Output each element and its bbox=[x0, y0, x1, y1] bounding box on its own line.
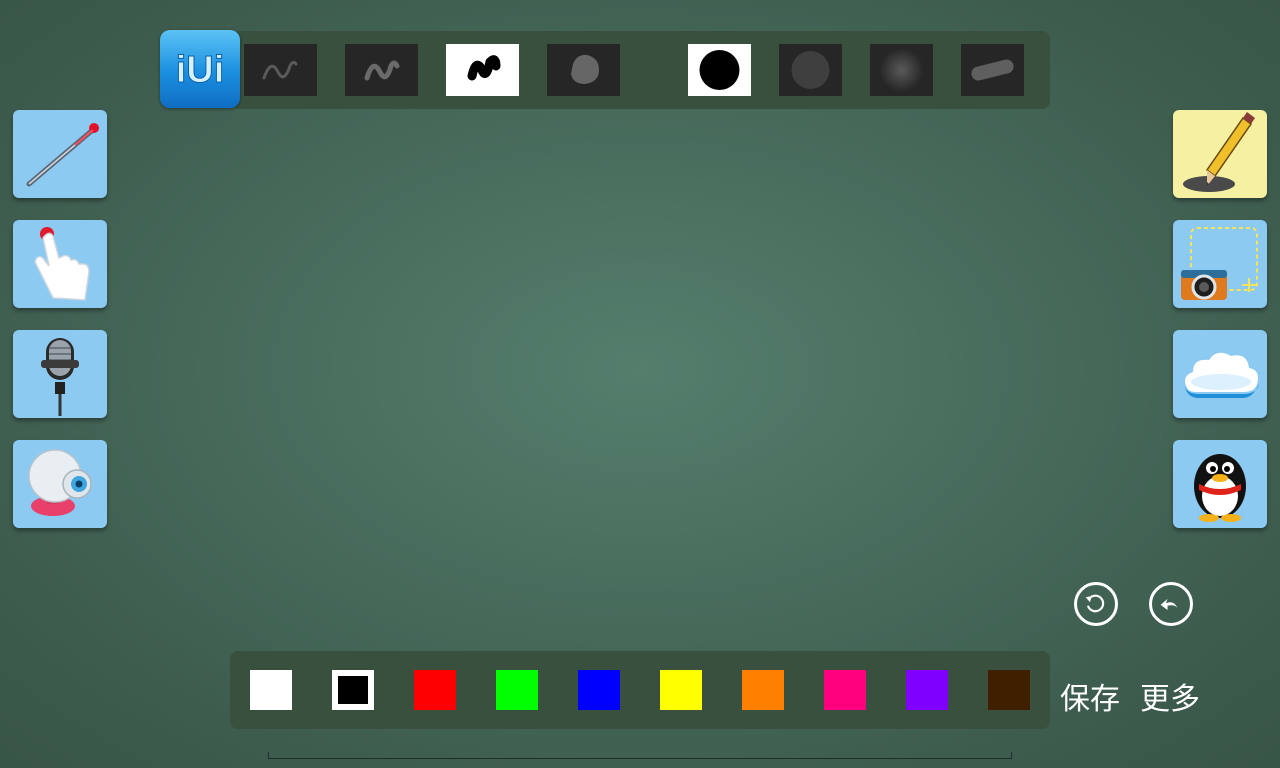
color-swatch-white[interactable] bbox=[250, 670, 292, 710]
color-swatch-pink[interactable] bbox=[824, 670, 866, 710]
svg-text:iUi: iUi bbox=[176, 49, 225, 91]
thick-wave-brush-icon bbox=[364, 60, 400, 81]
logo-mark: iUi bbox=[175, 49, 225, 92]
laser-pointer-icon bbox=[26, 123, 99, 187]
pencil-icon bbox=[1183, 112, 1255, 192]
qq-penguin-icon bbox=[1194, 454, 1246, 522]
color-swatch-brown[interactable] bbox=[988, 670, 1030, 710]
undo-arrow-icon bbox=[1160, 598, 1178, 611]
rotate-icon bbox=[1085, 594, 1105, 613]
cloud-tool[interactable] bbox=[1173, 330, 1267, 418]
airbrush-icon bbox=[879, 48, 924, 92]
touch-gesture-tool[interactable] bbox=[13, 220, 107, 308]
color-swatch-black[interactable] bbox=[332, 670, 374, 710]
brush-marker[interactable] bbox=[961, 44, 1024, 96]
color-swatch-red[interactable] bbox=[414, 670, 456, 710]
brush-thin-wave[interactable] bbox=[244, 44, 317, 96]
ink-blob-brush-icon bbox=[467, 55, 501, 81]
color-swatch-orange[interactable] bbox=[742, 670, 784, 710]
page-indicator-line bbox=[268, 752, 1012, 759]
save-button[interactable]: 保存 bbox=[1060, 680, 1120, 720]
large-dot-brush-icon bbox=[699, 50, 740, 90]
thin-wave-brush-icon bbox=[262, 60, 298, 80]
app-logo[interactable]: iUi bbox=[160, 30, 240, 108]
color-swatch-yellow[interactable] bbox=[660, 670, 702, 710]
laser-pointer-tool[interactable] bbox=[13, 110, 107, 198]
soft-round-brush-icon bbox=[571, 54, 599, 84]
qq-share-tool[interactable] bbox=[1173, 440, 1267, 528]
more-button[interactable]: 更多 bbox=[1140, 680, 1200, 720]
webcam-icon bbox=[28, 449, 92, 516]
marker-brush-icon bbox=[971, 59, 1014, 81]
brush-soft-round[interactable] bbox=[547, 44, 620, 96]
color-swatch-blue[interactable] bbox=[578, 670, 620, 710]
brush-large-dot[interactable] bbox=[688, 44, 751, 96]
microphone-tool[interactable] bbox=[13, 330, 107, 418]
undo-button[interactable] bbox=[1149, 582, 1193, 626]
brush-airbrush[interactable] bbox=[870, 44, 933, 96]
brush-thick-wave[interactable] bbox=[345, 44, 418, 96]
color-swatch-purple[interactable] bbox=[906, 670, 948, 710]
pencil-tool[interactable] bbox=[1173, 110, 1267, 198]
screen-capture-tool[interactable] bbox=[1173, 220, 1267, 308]
brush-ink-blob[interactable] bbox=[446, 44, 519, 96]
hand-touch-icon bbox=[34, 227, 90, 301]
redo-button[interactable] bbox=[1074, 582, 1118, 626]
medium-dot-brush-icon bbox=[791, 51, 830, 89]
camera-capture-icon bbox=[1181, 227, 1258, 300]
cloud-icon bbox=[1185, 352, 1259, 398]
color-swatch-green[interactable] bbox=[496, 670, 538, 710]
brush-medium-dot[interactable] bbox=[779, 44, 842, 96]
webcam-tool[interactable] bbox=[13, 440, 107, 528]
microphone-icon bbox=[41, 338, 79, 416]
